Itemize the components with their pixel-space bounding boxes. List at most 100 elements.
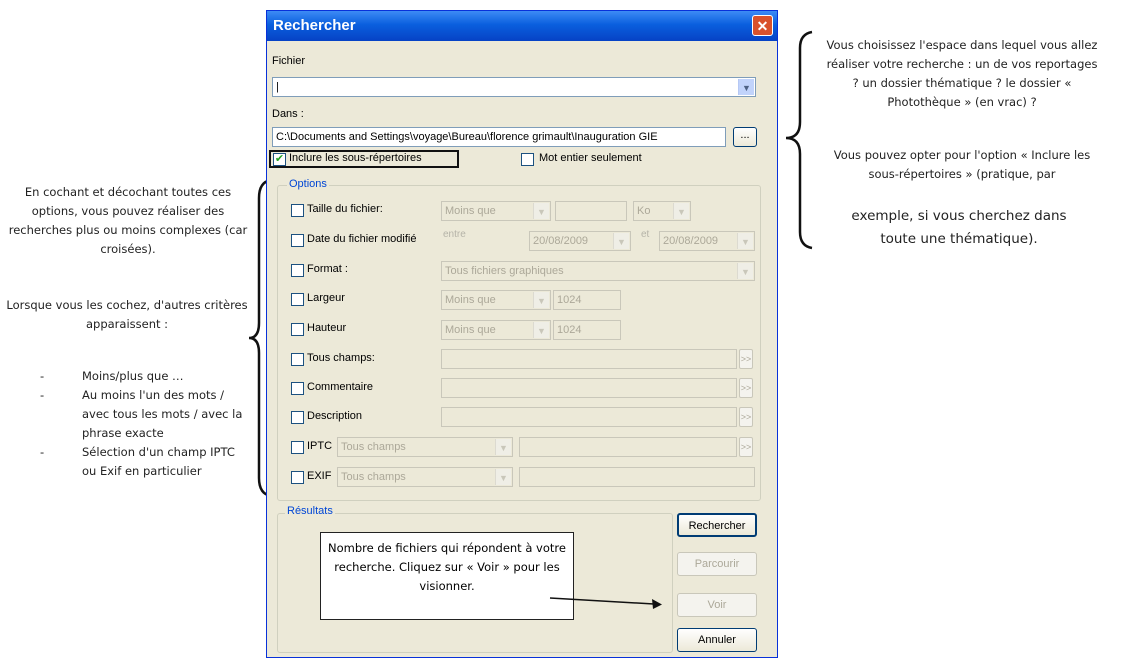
hauteur-value: 1024 (557, 324, 582, 336)
largeur-operator-select[interactable]: Moins que ▼ (441, 290, 551, 310)
dans-path-field[interactable]: C:\Documents and Settings\voyage\Bureau\… (272, 127, 726, 147)
date-from-picker[interactable]: 20/08/2009 ▼ (529, 231, 631, 251)
largeur-label: Largeur (307, 292, 345, 304)
taille-label: Taille du fichier: (307, 203, 383, 215)
results-callout: Nombre de fichiers qui répondent à votre… (320, 532, 574, 620)
close-icon: ✕ (756, 18, 769, 34)
more-icon: >> (740, 383, 752, 393)
tous-champs-label: Tous champs: (307, 352, 375, 364)
taille-operator-value: Moins que (445, 205, 496, 217)
annuler-label: Annuler (698, 634, 736, 646)
options-group-title: Options (287, 178, 329, 190)
largeur-checkbox[interactable] (291, 293, 304, 306)
chevron-down-icon: ▼ (495, 469, 511, 485)
browse-button[interactable]: ... (733, 127, 757, 147)
chevron-down-icon: ▼ (673, 203, 689, 219)
exif-field-select[interactable]: Tous champs ▼ (337, 467, 513, 487)
largeur-value: 1024 (557, 294, 582, 306)
chevron-down-icon: ▼ (533, 203, 549, 219)
exif-value-field[interactable] (519, 467, 755, 487)
iptc-label: IPTC (307, 440, 333, 452)
hauteur-checkbox[interactable] (291, 323, 304, 336)
more-icon: >> (740, 354, 752, 364)
hauteur-label: Hauteur (307, 322, 347, 334)
callout-arrow (549, 597, 662, 609)
fichier-value: | (276, 81, 279, 93)
date-to-picker[interactable]: 20/08/2009 ▼ (659, 231, 755, 251)
left-annotation-intro: En cochant et décochant toutes ces optio… (8, 185, 248, 256)
taille-unit-value: Ko (637, 205, 651, 217)
commentaire-label: Commentaire (307, 381, 374, 393)
iptc-field-select[interactable]: Tous champs ▼ (337, 437, 513, 457)
iptc-more-button[interactable]: >> (739, 437, 753, 457)
bullet-item: Sélection d'un champ IPTC ou Exif en par… (82, 445, 235, 478)
whole-word-label: Mot entier seulement (539, 152, 642, 164)
voir-label: Voir (707, 599, 727, 611)
taille-operator-select[interactable]: Moins que ▼ (441, 201, 551, 221)
exif-field-value: Tous champs (341, 471, 406, 483)
include-subfolders-label: Inclure les sous-répertoires (289, 152, 422, 164)
chevron-down-icon: ▼ (533, 322, 549, 338)
dans-label: Dans : (272, 108, 304, 120)
right-annotation-example: exemple, si vous cherchez dans toute une… (851, 208, 1067, 247)
exif-checkbox[interactable] (291, 471, 304, 484)
browse-label: ... (740, 129, 750, 141)
taille-value-field[interactable] (555, 201, 627, 221)
rechercher-button[interactable]: Rechercher (677, 513, 757, 537)
fichier-label: Fichier (272, 55, 306, 67)
fichier-combobox[interactable]: | ▼ (272, 77, 756, 97)
include-subfolders-checkbox[interactable]: ✔ (273, 153, 286, 166)
iptc-checkbox[interactable] (291, 441, 304, 454)
results-callout-text: Nombre de fichiers qui répondent à votre… (328, 541, 566, 593)
format-label: Format : (307, 263, 348, 275)
chevron-down-icon: ▼ (613, 233, 629, 249)
taille-checkbox[interactable] (291, 204, 304, 217)
chevron-down-icon: ▼ (737, 233, 753, 249)
hauteur-value-field[interactable]: 1024 (553, 320, 621, 340)
date-between-label: entre (443, 229, 466, 240)
format-value: Tous fichiers graphiques (445, 265, 564, 277)
bullet-item: Moins/plus que … (82, 369, 184, 383)
results-group-title: Résultats (285, 505, 335, 517)
commentaire-more-button[interactable]: >> (739, 378, 753, 398)
chevron-down-icon[interactable]: ▼ (738, 79, 754, 95)
bullet-mark: - (40, 369, 45, 383)
bullet-mark: - (40, 445, 45, 459)
hauteur-operator-value: Moins que (445, 324, 496, 336)
iptc-field-value: Tous champs (341, 441, 406, 453)
tous-champs-checkbox[interactable] (291, 353, 304, 366)
right-annotation-option: Vous pouvez opter pour l'option « Inclur… (833, 148, 1091, 181)
largeur-value-field[interactable]: 1024 (553, 290, 621, 310)
tous-champs-more-button[interactable]: >> (739, 349, 753, 369)
taille-unit-select[interactable]: Ko ▼ (633, 201, 691, 221)
commentaire-checkbox[interactable] (291, 382, 304, 395)
bullet-item: Au moins l'un des mots / avec tous les m… (82, 388, 243, 440)
whole-word-checkbox[interactable] (521, 153, 534, 166)
date-label: Date du fichier modifié (307, 233, 417, 245)
close-button[interactable]: ✕ (752, 15, 773, 36)
description-field[interactable] (441, 407, 737, 427)
date-and-label: et (641, 229, 650, 240)
chevron-down-icon: ▼ (533, 292, 549, 308)
description-label: Description (307, 410, 363, 422)
voir-button[interactable]: Voir (677, 593, 757, 617)
right-brace (785, 30, 813, 250)
tous-champs-field[interactable] (441, 349, 737, 369)
iptc-value-field[interactable] (519, 437, 737, 457)
chevron-down-icon: ▼ (737, 263, 753, 279)
annuler-button[interactable]: Annuler (677, 628, 757, 652)
format-select[interactable]: Tous fichiers graphiques ▼ (441, 261, 755, 281)
description-checkbox[interactable] (291, 411, 304, 424)
format-checkbox[interactable] (291, 264, 304, 277)
parcourir-button[interactable]: Parcourir (677, 552, 757, 576)
left-annotation-criteria: Lorsque vous les cochez, d'autres critèr… (6, 298, 248, 331)
largeur-operator-value: Moins que (445, 294, 496, 306)
commentaire-field[interactable] (441, 378, 737, 398)
date-checkbox[interactable] (291, 234, 304, 247)
date-from-value: 20/08/2009 (533, 235, 589, 247)
description-more-button[interactable]: >> (739, 407, 753, 427)
hauteur-operator-select[interactable]: Moins que ▼ (441, 320, 551, 340)
bullet-mark: - (40, 388, 45, 402)
date-to-value: 20/08/2009 (663, 235, 719, 247)
more-icon: >> (740, 412, 752, 422)
